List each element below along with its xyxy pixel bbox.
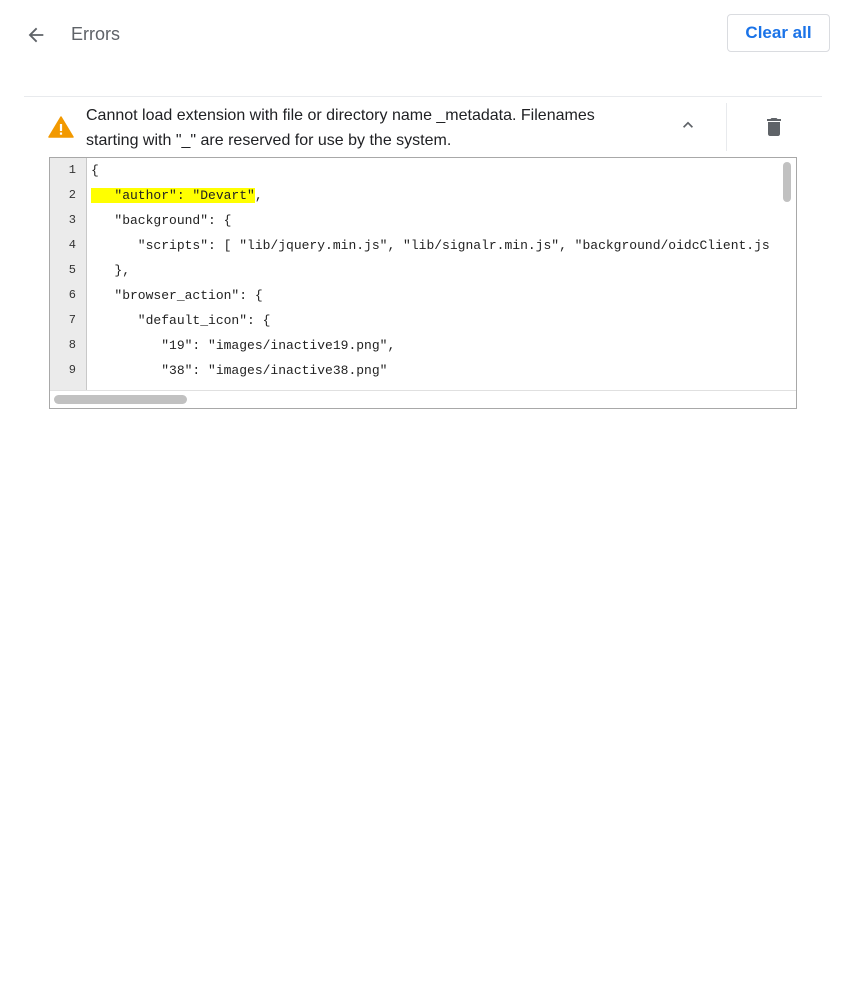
line-number: 4	[68, 238, 76, 252]
error-message: Cannot load extension with file or direc…	[86, 107, 595, 149]
code-line: "19": "images/inactive19.png",	[91, 338, 396, 353]
chevron-up-icon	[683, 121, 693, 128]
line-number: 6	[68, 288, 76, 302]
code-content[interactable]: { "author": "Devart", "background": { "s…	[87, 158, 777, 390]
delete-error-button[interactable]	[758, 111, 790, 143]
line-number: 3	[68, 213, 76, 227]
back-button[interactable]	[18, 17, 54, 53]
error-highlight: "author": "Devart"	[91, 188, 255, 203]
line-number: 9	[68, 363, 76, 377]
code-line: "default_icon": {	[91, 313, 271, 328]
code-viewer: 1 2 3 4 5 6 7 8 9 { "author": "Devart", …	[49, 157, 797, 409]
code-line: "background": {	[91, 213, 232, 228]
horizontal-scroll-thumb[interactable]	[54, 395, 187, 404]
code-line: "scripts": [ "lib/jquery.min.js", "lib/s…	[91, 238, 770, 253]
error-item: Cannot load extension with file or direc…	[24, 97, 822, 157]
page-title: Errors	[71, 24, 120, 44]
line-number: 2	[68, 188, 76, 202]
code-line-highlighted: "author": "Devart",	[91, 188, 263, 203]
warning-icon	[48, 116, 74, 138]
code-line: {	[91, 163, 99, 178]
arrow-back-icon	[28, 27, 44, 43]
code-line: },	[91, 263, 131, 278]
collapse-button[interactable]	[672, 109, 704, 141]
line-number: 1	[68, 163, 76, 177]
vertical-scroll-thumb[interactable]	[783, 162, 791, 202]
line-number: 8	[68, 338, 76, 352]
code-line: "38": "images/inactive38.png"	[91, 363, 388, 378]
line-number: 7	[68, 313, 76, 327]
line-number: 5	[68, 263, 76, 277]
line-number-gutter: 1 2 3 4 5 6 7 8 9	[50, 158, 87, 390]
separator	[726, 103, 727, 151]
clear-all-button[interactable]: Clear all	[727, 14, 830, 52]
page-header: Errors Clear all	[0, 0, 846, 68]
trash-icon	[767, 118, 781, 136]
code-line: "browser_action": {	[91, 288, 263, 303]
